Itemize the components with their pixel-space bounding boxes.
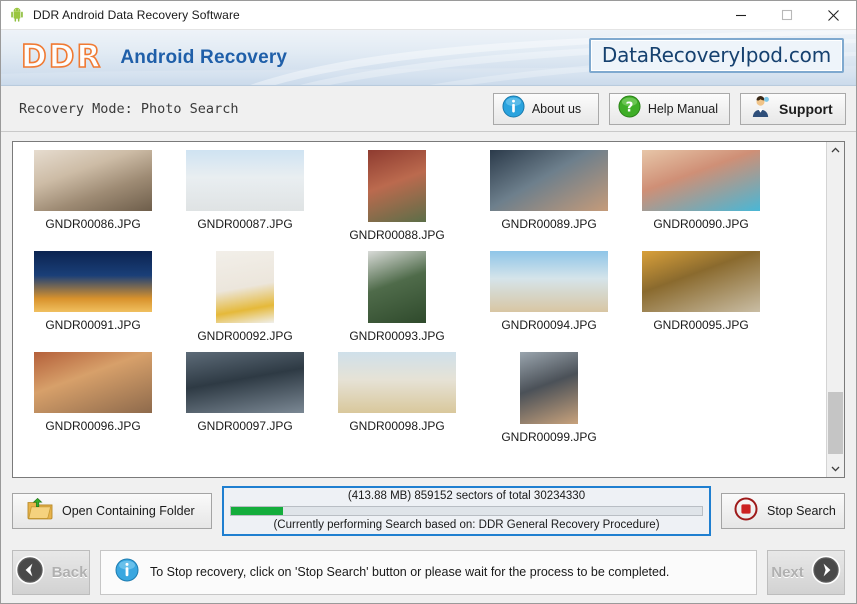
window-title: DDR Android Data Recovery Software <box>33 8 240 22</box>
maximize-icon[interactable] <box>764 2 810 29</box>
thumbnail-image[interactable] <box>642 150 760 211</box>
thumbnail-image[interactable] <box>490 150 608 211</box>
progress-row: Open Containing Folder (413.88 MB) 85915… <box>12 485 845 537</box>
minimize-icon[interactable] <box>718 2 764 29</box>
thumbnail-filename: GNDR00094.JPG <box>501 318 597 332</box>
scroll-down-icon[interactable] <box>827 460 844 477</box>
thumbnail-image[interactable] <box>186 150 304 211</box>
question-icon: ? <box>618 94 641 123</box>
back-label: Back <box>51 563 88 581</box>
recovered-files-list: GNDR00086.JPG GNDR00087.JPG GNDR00088.JPG G… <box>12 141 845 478</box>
recovery-mode-label: Recovery Mode: Photo Search <box>19 100 239 117</box>
thumbnail-item[interactable]: GNDR00093.JPG <box>321 251 473 352</box>
brand-logo: DDR <box>20 39 103 75</box>
status-message-box: To Stop recovery, click on 'Stop Search'… <box>100 549 757 595</box>
svg-text:?: ? <box>625 100 633 115</box>
chevron-left-circle-icon <box>15 555 45 590</box>
progress-bar-fill <box>231 507 283 515</box>
thumbnail-item[interactable]: GNDR00094.JPG <box>473 251 625 352</box>
progress-bar <box>230 506 703 516</box>
about-us-button[interactable]: About us <box>492 92 599 125</box>
about-us-label: About us <box>531 101 582 116</box>
progress-sector-status: (413.88 MB) 859152 sectors of total 3023… <box>347 490 586 502</box>
thumbnail-item[interactable]: GNDR00088.JPG <box>321 150 473 251</box>
folder-upload-icon <box>27 497 53 525</box>
scrollbar-thumb[interactable] <box>828 392 843 454</box>
website-badge[interactable]: DataRecoveryIpod.com <box>588 38 844 73</box>
thumbnail-filename: GNDR00086.JPG <box>45 217 141 231</box>
stop-record-icon <box>734 497 758 526</box>
info-icon <box>502 94 525 123</box>
app-window: DDR Android Data Recovery Software DDR A… <box>0 0 857 604</box>
progress-procedure-status: (Currently performing Search based on: D… <box>273 518 660 531</box>
thumbnail-image[interactable] <box>186 352 304 413</box>
brand-header: DDR Android Recovery DataRecoveryIpod.co… <box>1 30 856 86</box>
thumbnail-filename: GNDR00097.JPG <box>197 419 293 433</box>
title-bar: DDR Android Data Recovery Software <box>1 1 856 30</box>
thumbnail-filename: GNDR00096.JPG <box>45 419 141 433</box>
thumbnail-item[interactable]: GNDR00087.JPG <box>169 150 321 251</box>
support-button[interactable]: Support <box>740 92 846 125</box>
help-manual-button[interactable]: ? Help Manual <box>608 92 730 125</box>
thumbnail-filename: GNDR00087.JPG <box>197 217 293 231</box>
thumbnail-image[interactable] <box>34 251 152 312</box>
search-progress-panel: (413.88 MB) 859152 sectors of total 3023… <box>222 486 711 536</box>
support-person-icon <box>749 95 772 123</box>
thumbnail-filename: GNDR00092.JPG <box>197 329 293 343</box>
thumbnail-filename: GNDR00089.JPG <box>501 217 597 231</box>
back-button[interactable]: Back <box>12 549 90 595</box>
thumbnail-item[interactable]: GNDR00086.JPG <box>17 150 169 251</box>
scroll-up-icon[interactable] <box>827 142 844 159</box>
thumbnail-image[interactable] <box>34 150 152 211</box>
next-button[interactable]: Next <box>767 549 845 595</box>
open-containing-folder-label: Open Containing Folder <box>62 504 195 518</box>
android-robot-icon <box>9 7 25 23</box>
thumbnail-item[interactable]: GNDR00099.JPG <box>473 352 625 453</box>
mode-bar: Recovery Mode: Photo Search About us ? H… <box>1 86 856 132</box>
thumbnail-image[interactable] <box>34 352 152 413</box>
thumbnail-item[interactable]: GNDR00096.JPG <box>17 352 169 453</box>
status-message-text: To Stop recovery, click on 'Stop Search'… <box>150 565 670 579</box>
thumbnail-item[interactable]: GNDR00098.JPG <box>321 352 473 453</box>
thumbnail-filename: GNDR00090.JPG <box>653 217 749 231</box>
next-label: Next <box>771 563 804 581</box>
thumbnail-filename: GNDR00098.JPG <box>349 419 445 433</box>
support-label: Support <box>779 100 833 117</box>
thumbnail-image[interactable] <box>368 251 426 323</box>
thumbnail-grid: GNDR00086.JPG GNDR00087.JPG GNDR00088.JPG G… <box>13 142 826 477</box>
stop-search-button[interactable]: Stop Search <box>721 493 845 529</box>
chevron-right-circle-icon <box>811 555 841 590</box>
thumbnail-item[interactable]: GNDR00092.JPG <box>169 251 321 352</box>
thumbnail-item[interactable]: GNDR00097.JPG <box>169 352 321 453</box>
thumbnail-item[interactable]: GNDR00095.JPG <box>625 251 777 352</box>
thumbnail-image[interactable] <box>338 352 456 413</box>
brand-product-name: Android Recovery <box>120 46 288 68</box>
thumbnail-filename: GNDR00093.JPG <box>349 329 445 343</box>
help-manual-label: Help Manual <box>647 101 718 116</box>
thumbnail-image[interactable] <box>520 352 578 424</box>
vertical-scrollbar[interactable] <box>826 142 844 477</box>
thumbnail-image[interactable] <box>216 251 274 323</box>
thumbnail-image[interactable] <box>368 150 426 222</box>
thumbnail-filename: GNDR00088.JPG <box>349 228 445 242</box>
close-icon[interactable] <box>810 2 856 29</box>
stop-search-label: Stop Search <box>767 504 836 518</box>
thumbnail-item[interactable]: GNDR00091.JPG <box>17 251 169 352</box>
thumbnail-image[interactable] <box>490 251 608 312</box>
open-containing-folder-button[interactable]: Open Containing Folder <box>12 493 212 529</box>
info-icon <box>115 558 139 587</box>
thumbnail-filename: GNDR00091.JPG <box>45 318 141 332</box>
footer-nav: Back To Stop recovery, click on 'Stop Se… <box>12 541 845 603</box>
thumbnail-item[interactable]: GNDR00089.JPG <box>473 150 625 251</box>
thumbnail-filename: GNDR00099.JPG <box>501 430 597 444</box>
thumbnail-item[interactable]: GNDR00090.JPG <box>625 150 777 251</box>
thumbnail-image[interactable] <box>642 251 760 312</box>
scrollbar-track[interactable] <box>827 159 844 460</box>
thumbnail-filename: GNDR00095.JPG <box>653 318 749 332</box>
